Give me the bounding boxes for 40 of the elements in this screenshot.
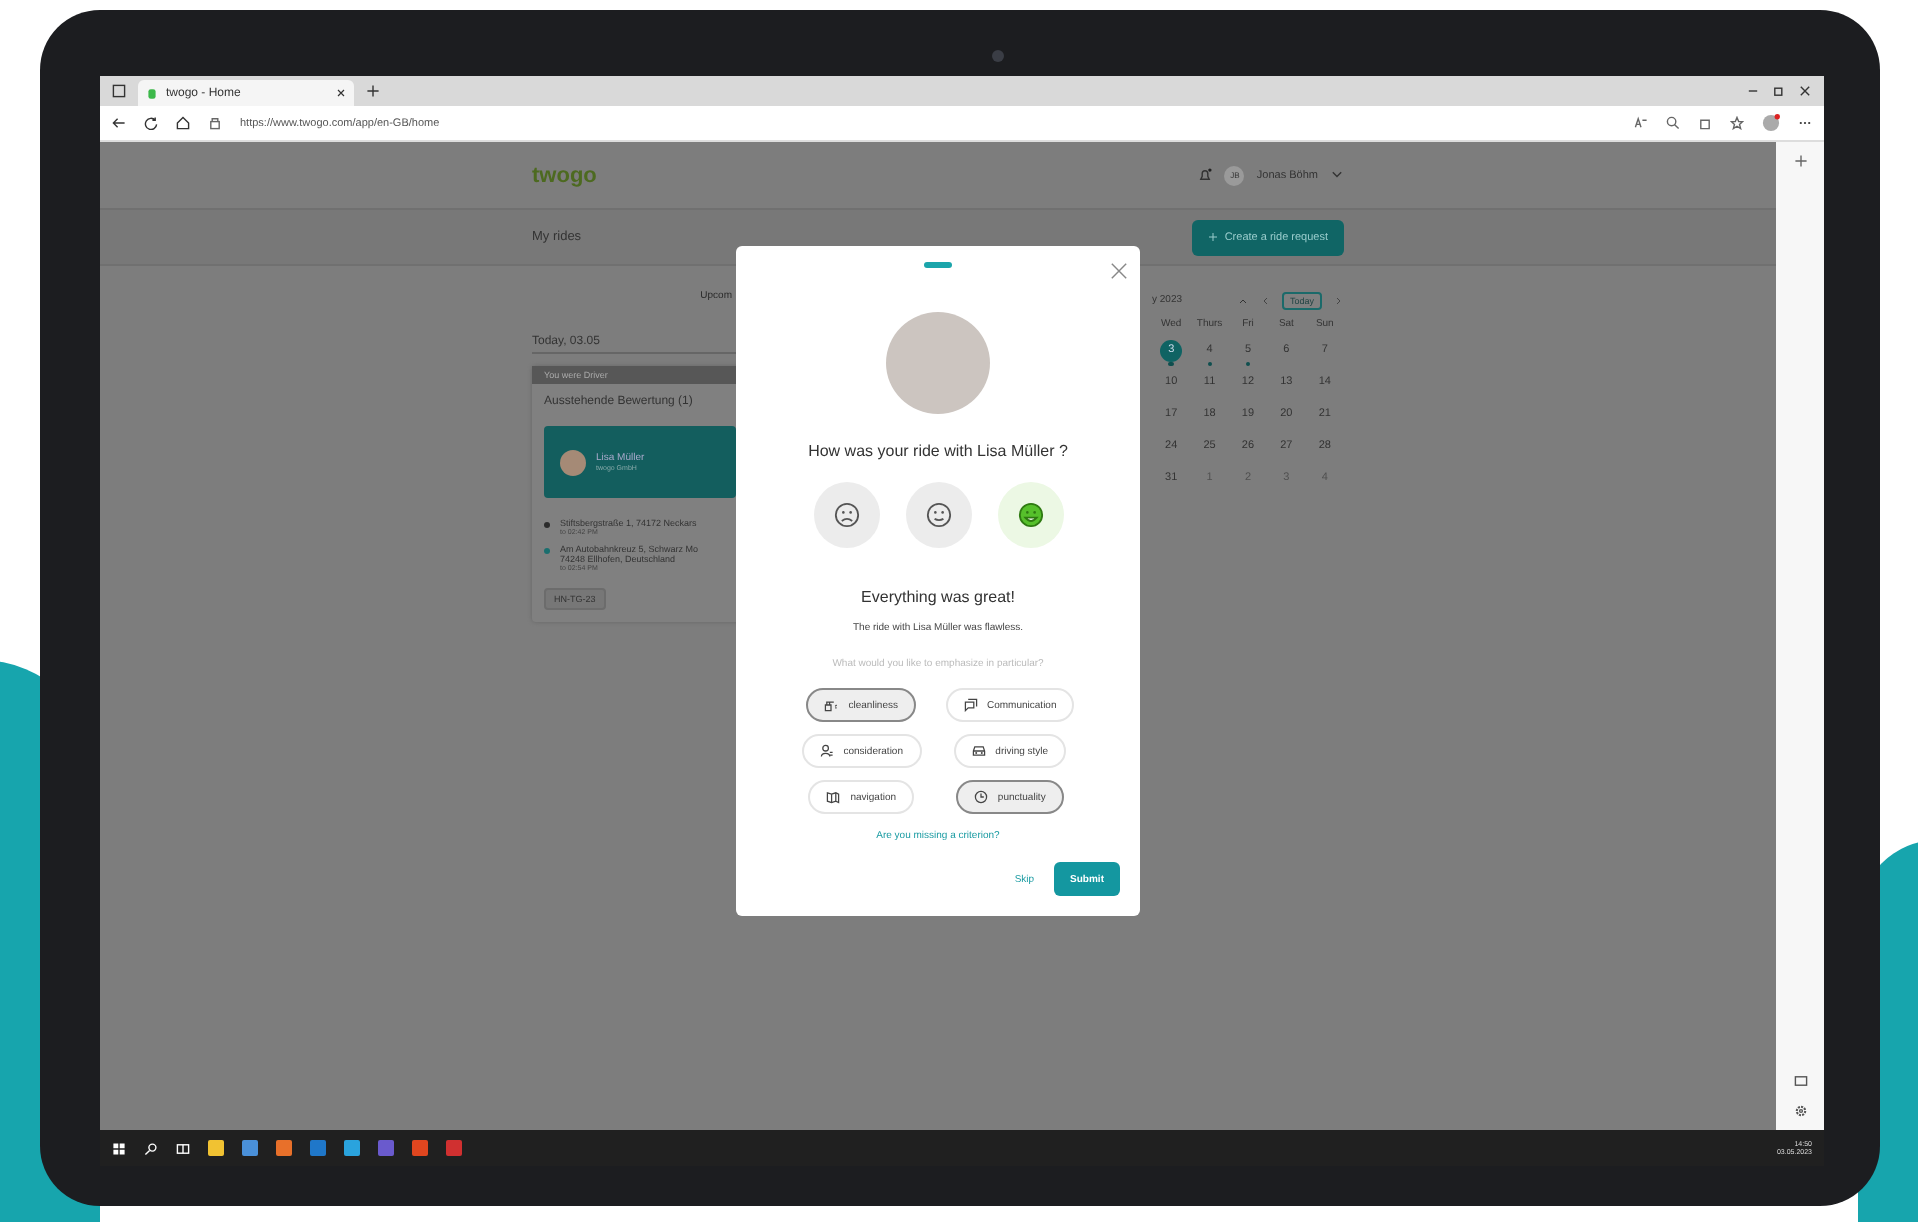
settings-icon[interactable] [1793,1104,1807,1118]
dialog-title: How was your ride with Lisa Müller ? [808,442,1068,460]
new-tab-icon[interactable] [366,84,380,98]
rating-option[interactable] [997,482,1063,548]
sidebar-icon[interactable] [1793,1074,1807,1088]
favorites-icon[interactable] [1730,116,1744,130]
search-icon[interactable] [144,1141,158,1155]
drag-handle[interactable] [924,262,952,268]
back-icon[interactable] [112,116,126,130]
car-icon [971,744,986,758]
favicon-icon [146,87,158,99]
map-icon [826,790,841,804]
rating-option[interactable] [813,482,879,548]
add-icon[interactable] [1793,154,1807,168]
lock-icon [208,116,222,130]
sad-face-icon [833,502,859,528]
result-title: Everything was great! [861,588,1015,606]
camera-lens [992,50,1004,62]
refresh-icon[interactable] [144,116,158,130]
windows-start-icon[interactable] [112,1141,126,1155]
zoom-icon[interactable] [1666,116,1680,130]
close-icon[interactable] [336,88,346,98]
minimize-icon[interactable] [1746,84,1760,98]
plus-icon [1208,232,1219,242]
bell-icon[interactable] [1198,168,1213,182]
task-view-icon[interactable] [176,1141,190,1155]
smile-face-icon [925,502,951,528]
clock-icon [973,790,988,804]
chevron-down-icon[interactable] [1330,168,1344,182]
avatar-photo-placeholder [560,449,586,475]
home-icon[interactable] [176,116,190,130]
chat-icon [963,698,977,712]
close-icon[interactable] [1798,84,1812,98]
restore-icon[interactable] [1772,84,1786,98]
rating-option[interactable] [905,482,971,548]
profile-icon[interactable] [1762,114,1780,132]
tab-actions-icon[interactable] [112,84,126,98]
spray-bottle-icon [824,698,839,712]
laughing-face-icon [1017,502,1043,528]
person-icon [819,744,834,758]
